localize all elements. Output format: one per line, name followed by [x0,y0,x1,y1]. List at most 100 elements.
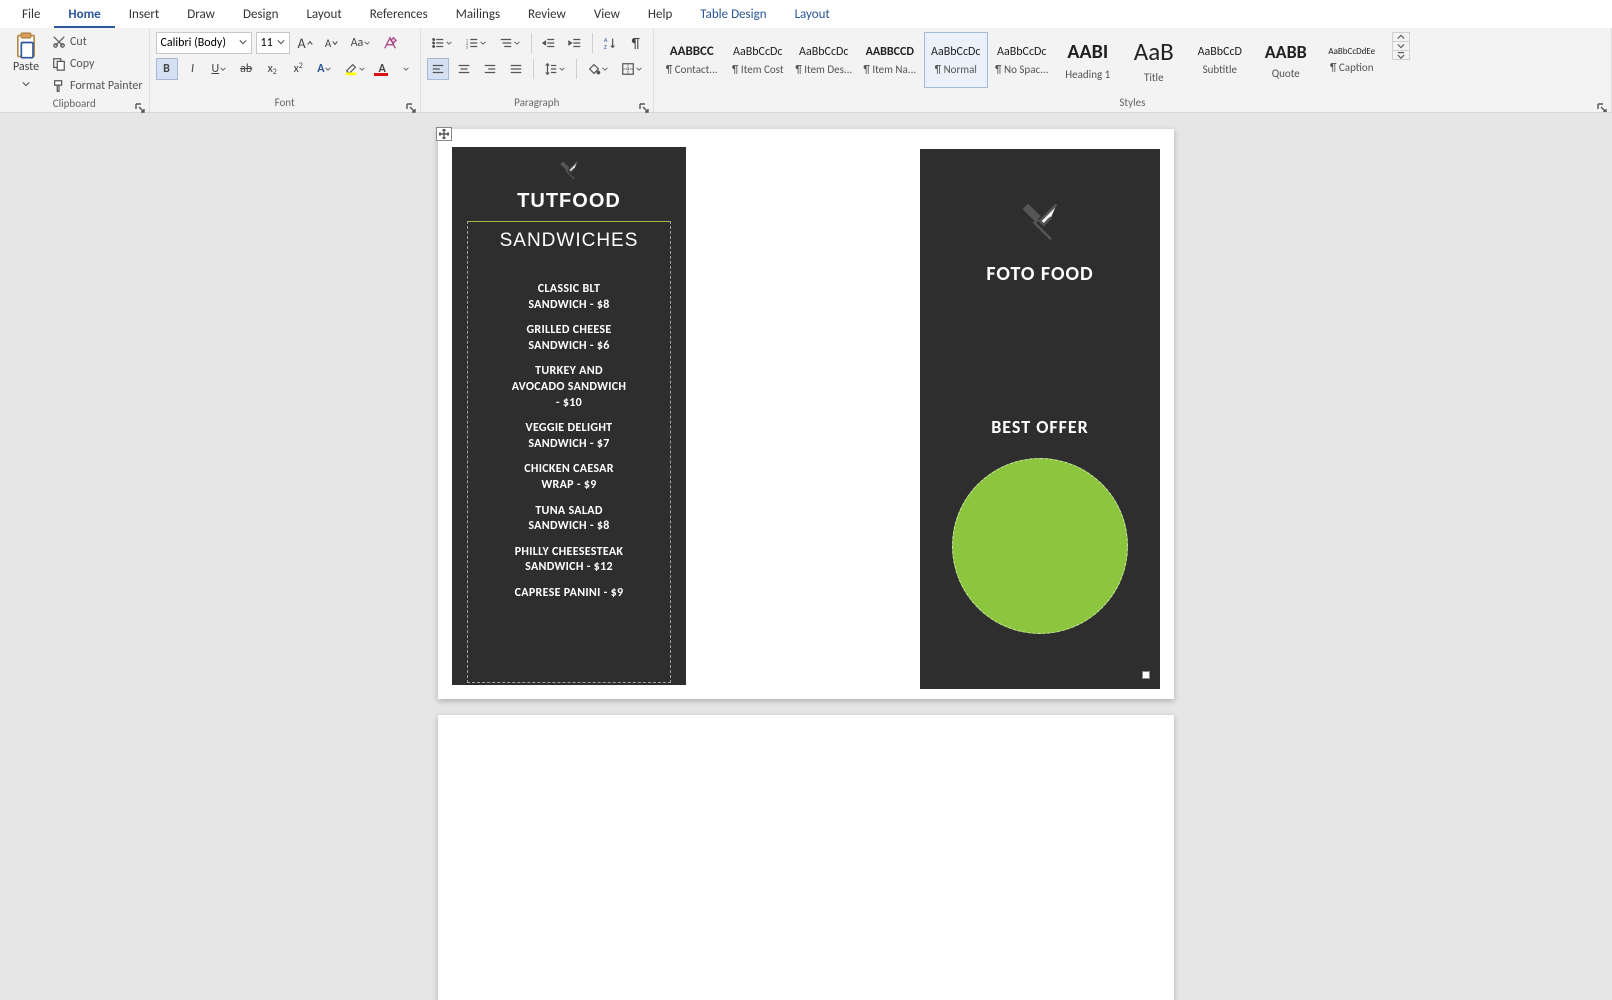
font-color-button[interactable]: A [374,58,413,80]
cut-button[interactable]: Cut [52,32,143,52]
style-tile-3[interactable]: AABBCCD¶ Item Na... [858,32,922,88]
align-right-button[interactable] [479,58,501,80]
justify-button[interactable] [505,58,527,80]
style-label: Title [1144,71,1164,84]
page-1[interactable]: TUTFOOD SANDWICHES CLASSIC BLT SANDWICH … [438,129,1174,699]
line-spacing-icon [544,62,558,76]
highlighter-icon [344,62,358,76]
sort-button[interactable]: AZ [599,32,621,54]
style-tile-0[interactable]: AABBCC¶ Contact... [660,32,724,88]
font-size-input[interactable]: 11 [256,32,290,54]
tab-mailings[interactable]: Mailings [442,1,514,28]
style-label: Quote [1272,67,1300,80]
group-font: Calibri (Body) 11 A A Aa B I U [150,28,421,112]
styles-scroll-up[interactable] [1393,33,1409,41]
clear-formatting-button[interactable] [379,32,401,54]
style-preview: AaBbCcDc [733,45,782,59]
page-2[interactable] [438,715,1174,1000]
clipboard-launcher[interactable] [135,99,145,109]
paintbrush-icon [52,79,66,93]
line-spacing-button[interactable] [540,58,570,80]
table-cell-selected[interactable]: SANDWICHES CLASSIC BLT SANDWICH - $8GRIL… [467,221,671,683]
offer-circle-shape[interactable] [952,458,1128,634]
decrease-indent-button[interactable] [538,32,560,54]
group-styles-label: Styles [660,94,1605,112]
ribbon: Paste Cut Copy Format Painter Clipboard [0,28,1612,113]
sort-icon: AZ [603,36,617,50]
tab-review[interactable]: Review [514,1,580,28]
style-preview: AaBbCcDdEe [1328,46,1375,57]
font-name-input[interactable]: Calibri (Body) [156,32,252,54]
multilevel-list-icon [499,36,513,50]
tab-insert[interactable]: Insert [115,1,174,28]
table-resize-handle[interactable] [1142,671,1150,679]
tab-design[interactable]: Design [229,1,292,28]
tab-view[interactable]: View [580,1,634,28]
tab-home[interactable]: Home [54,1,114,28]
tab-context-layout[interactable]: Layout [781,1,844,28]
underline-button[interactable]: U [208,58,232,80]
table-move-handle[interactable] [436,127,452,141]
text-effects-button[interactable]: A [313,58,336,80]
paste-button[interactable]: Paste [6,32,46,93]
copy-button[interactable]: Copy [52,54,143,74]
bullets-icon [431,36,445,50]
styles-launcher[interactable] [1597,99,1607,109]
tab-help[interactable]: Help [634,1,686,28]
format-painter-label: Format Painter [70,79,143,93]
style-label: ¶ Normal [935,63,977,76]
strikethrough-button[interactable]: ab [235,58,257,80]
font-launcher[interactable] [406,99,416,109]
style-preview: AABBCCD [866,45,914,59]
style-label: ¶ No Spac... [995,63,1048,76]
shading-button[interactable] [583,58,613,80]
styles-scroll-down[interactable] [1393,41,1409,50]
style-tile-4[interactable]: AaBbCcDc¶ Normal [924,32,988,88]
style-tile-9[interactable]: AABBQuote [1254,32,1318,88]
style-preview: AABBCC [670,44,714,59]
italic-button[interactable]: I [182,58,204,80]
best-offer-label: BEST OFFER [991,416,1089,438]
align-center-button[interactable] [453,58,475,80]
style-tile-6[interactable]: AABIHeading 1 [1056,32,1120,88]
style-preview: AaBbCcD [1198,45,1242,59]
align-left-button[interactable] [427,58,449,80]
change-case-button[interactable]: Aa [347,32,376,54]
multilevel-list-button[interactable] [495,32,525,54]
subscript-button[interactable]: x2 [261,58,283,80]
tab-references[interactable]: References [356,1,442,28]
superscript-button[interactable]: x2 [287,58,309,80]
paragraph-launcher[interactable] [639,99,649,109]
eraser-icon [383,36,397,50]
show-marks-button[interactable]: ¶ [625,32,647,54]
tab-file[interactable]: File [8,1,54,28]
bullets-button[interactable] [427,32,457,54]
style-tile-5[interactable]: AaBbCcDc¶ No Spac... [990,32,1054,88]
menu-item: VEGGIE DELIGHT SANDWICH - $7 [509,421,629,452]
tab-draw[interactable]: Draw [173,1,229,28]
styles-gallery[interactable]: AABBCC¶ Contact...AaBbCcDc¶ Item CostAaB… [660,32,1384,88]
menu-item: CHICKEN CAESAR WRAP - $9 [509,462,629,493]
tab-layout[interactable]: Layout [292,1,355,28]
increase-font-button[interactable]: A [294,32,317,54]
group-clipboard-label: Clipboard [6,96,143,112]
numbering-button[interactable]: 123 [461,32,491,54]
styles-more[interactable] [1393,50,1409,59]
decrease-font-button[interactable]: A [321,32,343,54]
separator [531,33,532,53]
format-painter-button[interactable]: Format Painter [52,76,143,96]
document-area[interactable]: TUTFOOD SANDWICHES CLASSIC BLT SANDWICH … [0,113,1612,1000]
svg-text:3: 3 [466,45,469,50]
clipboard-icon [12,32,40,60]
bold-button[interactable]: B [156,58,178,80]
style-tile-7[interactable]: AaBTitle [1122,32,1186,88]
tab-table-design[interactable]: Table Design [686,1,780,28]
separator [576,59,577,79]
style-tile-8[interactable]: AaBbCcDSubtitle [1188,32,1252,88]
style-tile-1[interactable]: AaBbCcDc¶ Item Cost [726,32,790,88]
highlight-button[interactable] [340,58,370,80]
style-tile-10[interactable]: AaBbCcDdEe¶ Caption [1320,32,1384,88]
style-tile-2[interactable]: AaBbCcDc¶ Item Des... [792,32,856,88]
borders-button[interactable] [617,58,647,80]
increase-indent-button[interactable] [564,32,586,54]
